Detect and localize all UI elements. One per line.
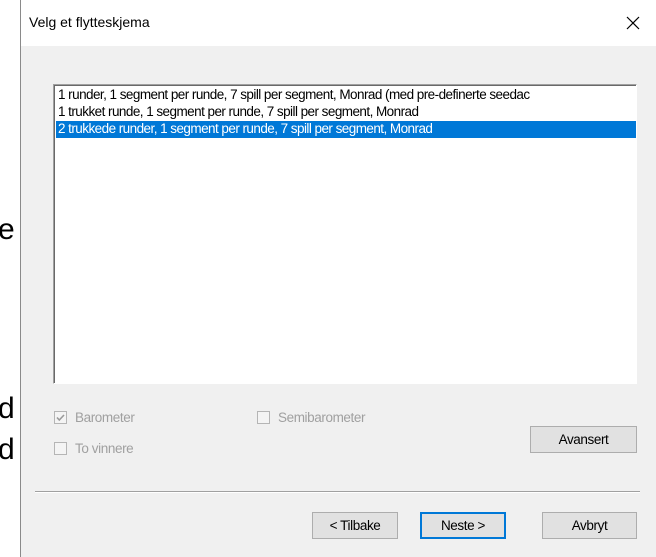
semibarometer-checkbox[interactable] <box>257 410 270 424</box>
barometer-checkbox[interactable] <box>54 410 67 424</box>
list-item-selected[interactable]: 2 trukkede runder, 1 segment per runde, … <box>56 121 636 138</box>
semibarometer-label: Semibarometer <box>278 409 366 425</box>
barometer-checkbox-row[interactable]: Barometer <box>54 408 135 426</box>
background-window-fragment: e d d <box>0 0 20 557</box>
separator <box>35 491 640 493</box>
semibarometer-checkbox-row[interactable]: Semibarometer <box>257 408 365 426</box>
list-item[interactable]: 1 runder, 1 segment per runde, 7 spill p… <box>56 87 636 104</box>
next-button[interactable]: Neste > <box>420 512 506 539</box>
flyttskjema-dialog: Velg et flytteskjema 1 runder, 1 segment… <box>20 0 656 557</box>
background-letter: e <box>0 213 15 246</box>
background-letter: d <box>0 433 15 466</box>
close-button[interactable] <box>610 0 656 46</box>
list-item[interactable]: 1 trukket runde, 1 segment per runde, 7 … <box>56 104 636 121</box>
close-icon <box>626 16 640 30</box>
to-vinnere-label: To vinnere <box>75 440 134 456</box>
barometer-label: Barometer <box>75 409 135 425</box>
title-bar[interactable]: Velg et flytteskjema <box>21 0 656 46</box>
to-vinnere-checkbox-row[interactable]: To vinnere <box>54 439 134 457</box>
advanced-button[interactable]: Avansert <box>530 426 637 453</box>
background-letter: d <box>0 392 15 425</box>
to-vinnere-checkbox[interactable] <box>54 441 67 455</box>
back-button[interactable]: < Tilbake <box>312 512 398 539</box>
cancel-button[interactable]: Avbryt <box>542 512 637 539</box>
scheme-listbox[interactable]: 1 runder, 1 segment per runde, 7 spill p… <box>53 84 637 384</box>
dialog-title: Velg et flytteskjema <box>29 14 150 30</box>
checkmark-icon <box>56 413 65 421</box>
